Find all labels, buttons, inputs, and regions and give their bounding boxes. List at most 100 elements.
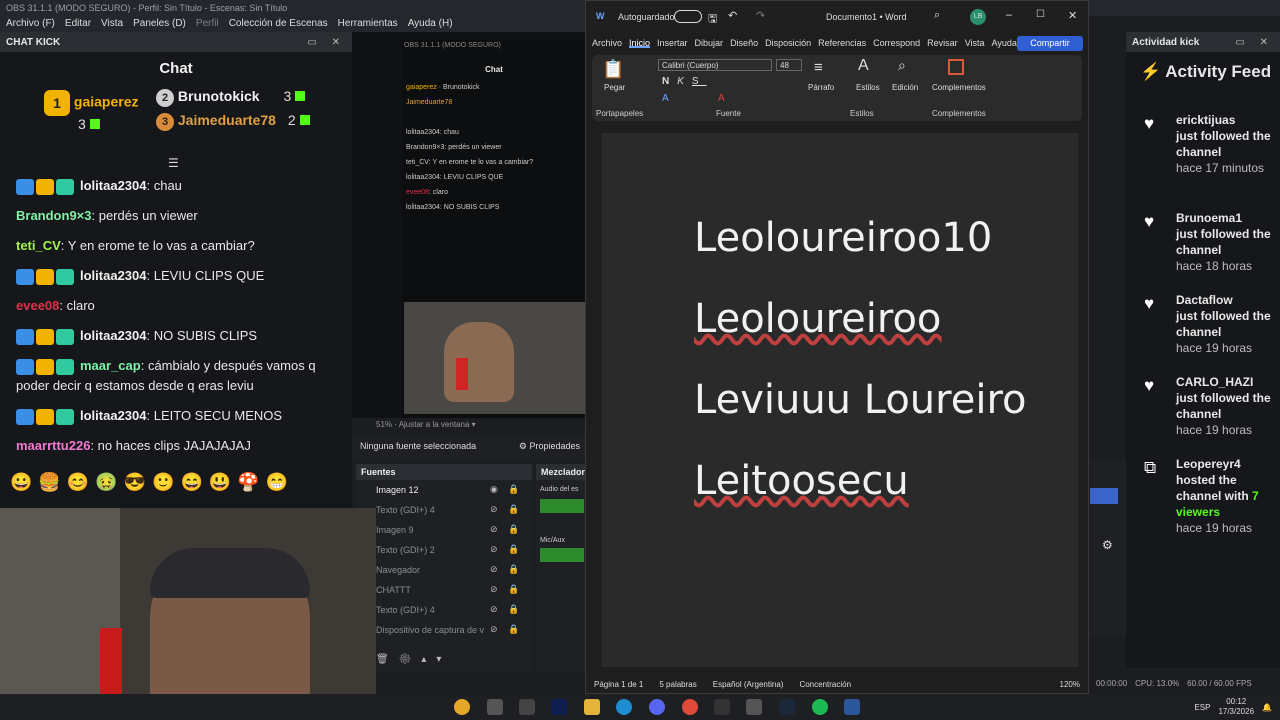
tab-revisar[interactable]: Revisar	[927, 38, 958, 48]
editing-search-icon[interactable]: ⌕	[898, 57, 906, 74]
source-item[interactable]: CHATTT ⊘ 🔒	[356, 580, 532, 600]
source-item[interactable]: Dispositivo de captura de v ⊘ 🔒	[356, 620, 532, 640]
steam-icon[interactable]	[779, 699, 795, 715]
photoshop-icon[interactable]	[551, 699, 567, 715]
zoom-value[interactable]: 51%	[376, 420, 392, 429]
format-buttons[interactable]: NKS	[662, 76, 707, 87]
control-button[interactable]	[1090, 488, 1118, 504]
activity-user[interactable]: Leopereyr4	[1176, 456, 1276, 472]
chat-username[interactable]: lolitaa2304	[80, 328, 147, 343]
activity-user[interactable]: Dactaflow	[1176, 292, 1276, 308]
doc-line-1[interactable]: Leoloureiroo10	[694, 215, 992, 261]
doc-line-4[interactable]: Leitoosecu	[694, 458, 909, 504]
activity-user[interactable]: CARLO_HAZI	[1176, 374, 1276, 390]
visibility-icon[interactable]: ⊘	[490, 624, 498, 635]
chat-username[interactable]: maarrttu226	[16, 438, 90, 453]
menu-vista[interactable]: Vista	[101, 18, 123, 30]
word-icon[interactable]	[844, 699, 860, 715]
lock-icon[interactable]: 🔒	[508, 584, 519, 595]
minimize-icon[interactable]: –	[1006, 9, 1012, 21]
sources-toolbar[interactable]: 🗑⚙▴▾	[376, 654, 451, 665]
doc-line-3[interactable]: Leviuuu Loureiro	[694, 377, 1026, 423]
lock-icon[interactable]: 🔒	[508, 564, 519, 575]
tab-inicio[interactable]: Inicio	[629, 38, 651, 48]
tab-insertar[interactable]: Insertar	[657, 38, 688, 48]
styles-icon[interactable]: A	[858, 57, 869, 75]
obs-icon[interactable]	[487, 699, 503, 715]
visibility-icon[interactable]: ◉	[490, 484, 498, 495]
lock-icon[interactable]: 🔒	[508, 544, 519, 555]
tab-ayuda[interactable]: Ayuda	[992, 38, 1017, 48]
paste-icon[interactable]: 📋	[602, 59, 624, 80]
tab-archivo[interactable]: Archivo	[592, 38, 622, 48]
tab-dibujar[interactable]: Dibujar	[695, 38, 724, 48]
menu-perfil[interactable]: Perfil	[196, 18, 219, 30]
tray-lang[interactable]: ESP	[1194, 703, 1210, 712]
chrome-icon[interactable]	[454, 699, 470, 715]
chat-username[interactable]: lolitaa2304	[80, 408, 147, 423]
share-button[interactable]: Compartir	[1017, 36, 1083, 51]
redo-icon[interactable]: ↷	[756, 9, 765, 22]
font-name-field[interactable]: Calibri (Cuerpo)	[658, 59, 772, 71]
epic-icon[interactable]	[746, 699, 762, 715]
tab-diseño[interactable]: Diseño	[730, 38, 758, 48]
paragraph-label[interactable]: Párrafo	[808, 83, 834, 92]
addins-label[interactable]: Complementos	[932, 83, 986, 92]
addins-icon[interactable]	[948, 59, 964, 75]
doc-line-2[interactable]: Leoloureiroo	[694, 296, 941, 342]
document-page[interactable]: Leoloureiroo10 Leoloureiroo Leviuuu Lour…	[602, 133, 1078, 667]
menu-editar[interactable]: Editar	[65, 18, 91, 30]
search-icon[interactable]: ⌕	[934, 9, 940, 22]
menu-ayuda[interactable]: Ayuda (H)	[408, 18, 453, 30]
menu-archivo[interactable]: Archivo (F)	[6, 18, 55, 30]
visibility-icon[interactable]: ⊘	[490, 564, 498, 575]
settings-gear-icon[interactable]: ⚙	[1102, 538, 1113, 552]
source-item[interactable]: Texto (GDI+) 4 ⊘ 🔒	[356, 600, 532, 620]
capcut2-icon[interactable]	[714, 699, 730, 715]
source-item[interactable]: Texto (GDI+) 2 ⊘ 🔒	[356, 540, 532, 560]
font-size-field[interactable]: 48	[776, 59, 802, 71]
text-effects-icon[interactable]: A	[662, 93, 669, 104]
lock-icon[interactable]: 🔒	[508, 504, 519, 515]
source-item[interactable]: Imagen 9 ⊘ 🔒	[356, 520, 532, 540]
obs-preview[interactable]: OBS 31.1.1 (MODO SEGURO) Chat gaiaperez …	[352, 32, 588, 420]
notification-icon[interactable]: 🔔	[1262, 703, 1272, 712]
clock[interactable]: 00:12 17/3/2026	[1218, 697, 1254, 717]
chat-username[interactable]: lolitaa2304	[80, 178, 147, 193]
status-zoom[interactable]: 120%	[1060, 680, 1080, 689]
dock-controls[interactable]: ▭ ✕	[307, 37, 346, 48]
menu-coleccion[interactable]: Colección de Escenas	[229, 18, 328, 30]
visibility-icon[interactable]: ⊘	[490, 544, 498, 555]
visibility-icon[interactable]: ⊘	[490, 504, 498, 515]
lock-icon[interactable]: 🔒	[508, 604, 519, 615]
chat-username[interactable]: Brandon9×3	[16, 208, 92, 223]
menu-herramientas[interactable]: Herramientas	[338, 18, 398, 30]
tab-vista[interactable]: Vista	[965, 38, 985, 48]
close-icon[interactable]: ✕	[1068, 9, 1077, 22]
styles-label[interactable]: Estilos	[856, 83, 880, 92]
paragraph-icon[interactable]: ≡	[814, 59, 823, 76]
properties-button[interactable]: ⚙ Propiedades	[519, 441, 580, 453]
chat-username[interactable]: lolitaa2304	[80, 268, 147, 283]
chat-username[interactable]: evee08	[16, 298, 59, 313]
avatar[interactable]: LB	[970, 9, 986, 25]
discord-icon[interactable]	[649, 699, 665, 715]
source-item[interactable]: Imagen 12 ◉ 🔒	[356, 480, 532, 500]
chat-username[interactable]: teti_CV	[16, 238, 61, 253]
emote-bar[interactable]: 😀🍔😊🤢😎🙂😄😃🍄😁	[10, 472, 310, 494]
lock-icon[interactable]: 🔒	[508, 624, 519, 635]
visibility-icon[interactable]: ⊘	[490, 604, 498, 615]
editing-label[interactable]: Edición	[892, 83, 918, 92]
lock-icon[interactable]: 🔒	[508, 484, 519, 495]
activity-user[interactable]: ericktijuas	[1176, 112, 1276, 128]
visibility-icon[interactable]: ⊘	[490, 584, 498, 595]
collapse-icon[interactable]: ☰	[168, 156, 179, 170]
status-words[interactable]: 5 palabras	[659, 680, 696, 689]
activity-user[interactable]: Brunoema1	[1176, 210, 1276, 226]
status-focus[interactable]: Concentración	[799, 680, 851, 689]
lock-icon[interactable]: 🔒	[508, 524, 519, 535]
browser-icon[interactable]	[682, 699, 698, 715]
visibility-icon[interactable]: ⊘	[490, 524, 498, 535]
source-item[interactable]: Texto (GDI+) 4 ⊘ 🔒	[356, 500, 532, 520]
menu-paneles[interactable]: Paneles (D)	[133, 18, 186, 30]
